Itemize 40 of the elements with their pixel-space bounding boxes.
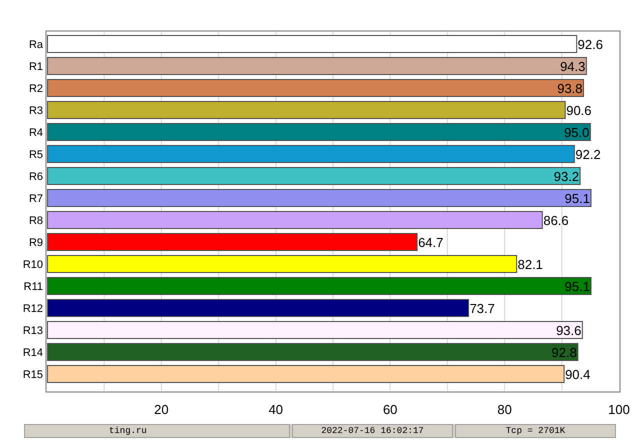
category-label: R8 (28, 215, 43, 227)
axis-tick-label: 60 (382, 402, 398, 417)
status-field: Tcp = 2701K (455, 424, 616, 438)
category-label: R3 (28, 105, 43, 117)
axis-tick-label: 20 (154, 402, 169, 417)
value-label: 93.2 (554, 169, 580, 184)
value-label: 94.3 (560, 59, 586, 74)
category-label: R11 (24, 281, 43, 293)
category-label: R6 (28, 171, 43, 183)
value-label: 93.8 (557, 81, 583, 96)
value-label: 73.7 (470, 301, 495, 316)
value-label: 86.6 (543, 213, 569, 228)
value-label: 90.6 (566, 103, 592, 118)
category-label: R14 (22, 347, 43, 359)
value-label: 90.4 (565, 367, 590, 382)
value-label: 92.2 (575, 147, 601, 162)
category-label: R10 (22, 259, 43, 271)
axis-tick-label: 80 (497, 402, 512, 417)
axis-tick-label: 100 (608, 402, 630, 417)
category-label: R2 (28, 83, 43, 95)
value-label: 82.1 (518, 257, 543, 272)
value-label: 95.1 (564, 279, 590, 294)
value-label: 95.1 (564, 191, 590, 206)
category-label: Ra (28, 39, 43, 51)
status-field: ting.ru (24, 424, 290, 438)
value-label: 95.0 (564, 125, 590, 140)
category-label: R1 (28, 61, 43, 73)
value-label: 92.6 (578, 37, 603, 52)
value-label: 93.6 (556, 323, 582, 338)
category-label: R9 (28, 237, 43, 249)
value-label: 64.7 (418, 235, 444, 250)
category-label: R7 (28, 193, 43, 205)
value-label: 92.8 (552, 345, 577, 360)
axis-tick-label: 40 (268, 402, 284, 417)
category-label: R4 (28, 127, 43, 139)
status-field: 2022-07-16 16:02:17 (292, 424, 453, 438)
category-label: R13 (22, 325, 43, 337)
category-label: R12 (22, 303, 43, 315)
category-label: R5 (28, 149, 43, 161)
category-label: R15 (22, 369, 43, 381)
